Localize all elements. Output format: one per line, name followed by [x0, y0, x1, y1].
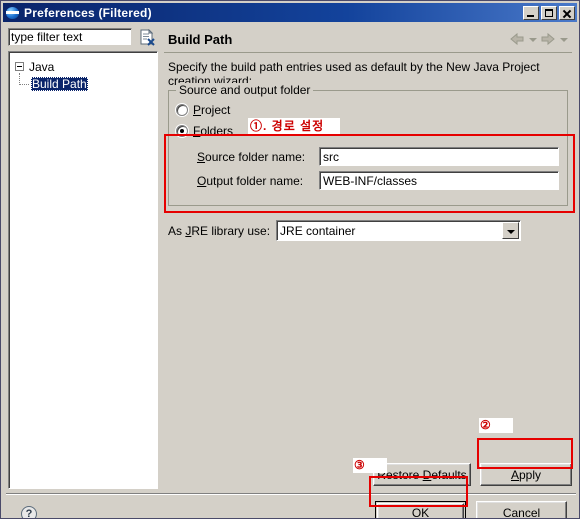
- page-header: Build Path: [164, 26, 572, 53]
- output-folder-label: Output folder name:: [197, 173, 304, 188]
- ok-label: OK: [377, 503, 464, 518]
- annotation-step1-text: ①. 경로 설정: [248, 118, 341, 134]
- jre-library-row: As JRE library use: JRE container: [168, 220, 522, 241]
- window-title: Preferences (Filtered): [24, 5, 152, 20]
- source-folder-label: Source folder name:: [197, 149, 306, 164]
- close-button[interactable]: [559, 5, 575, 20]
- restore-defaults-label: Restore Defaults: [377, 467, 467, 482]
- output-folder-row: Output folder name:: [197, 171, 559, 190]
- source-and-output-folder-group: Source and output folder Project Folders…: [168, 83, 568, 206]
- group-legend: Source and output folder: [176, 83, 314, 97]
- source-folder-row: Source folder name:: [197, 147, 559, 166]
- preferences-dialog: Preferences (Filtered) type filter text …: [0, 0, 580, 519]
- radio-folders-indicator[interactable]: [176, 125, 188, 137]
- ok-button[interactable]: OK: [375, 501, 466, 518]
- radio-project-indicator[interactable]: [176, 104, 188, 116]
- filter-row: [8, 28, 158, 50]
- clear-filter-icon[interactable]: [139, 28, 156, 46]
- help-question-icon[interactable]: ?: [21, 506, 37, 518]
- maximize-button[interactable]: [541, 5, 557, 20]
- apply-button[interactable]: Apply: [480, 463, 572, 486]
- eclipse-sphere-icon: [5, 5, 21, 21]
- preference-page: Build Path Specify the build path entrie…: [164, 26, 572, 463]
- minimize-button[interactable]: [523, 5, 539, 20]
- radio-folders-label: Folders: [193, 124, 234, 138]
- page-navigation: [509, 32, 572, 46]
- tree-item-build-path-label: Build Path: [31, 76, 88, 91]
- preferences-tree[interactable]: Java Build Path: [8, 51, 158, 489]
- tree-connector-line: [19, 73, 29, 85]
- forward-arrow-icon[interactable]: [540, 32, 556, 46]
- collapse-toggle-icon[interactable]: [15, 62, 24, 71]
- radio-project-label: Project: [193, 103, 231, 117]
- jre-library-label: As JRE library use:: [168, 223, 271, 238]
- restore-defaults-button[interactable]: Restore Defaults: [373, 463, 471, 486]
- radio-project[interactable]: Project: [176, 103, 230, 117]
- tree-item-build-path[interactable]: Build Path: [9, 73, 157, 92]
- jre-library-combo[interactable]: JRE container: [276, 220, 522, 241]
- back-arrow-icon[interactable]: [509, 32, 525, 46]
- back-menu-chevron-down-icon[interactable]: [528, 32, 537, 46]
- page-title: Build Path: [168, 31, 233, 47]
- footer-separator: [6, 493, 576, 495]
- tree-item-java-label: Java: [29, 59, 55, 74]
- apply-label: Apply: [510, 467, 542, 482]
- filter-input[interactable]: [8, 28, 132, 46]
- jre-library-value: JRE container: [280, 223, 356, 238]
- tree-item-java[interactable]: Java: [9, 58, 157, 75]
- output-folder-input[interactable]: [319, 171, 559, 190]
- dialog-body: Java Build Path Build Path: [3, 22, 577, 518]
- radio-folders[interactable]: Folders: [176, 124, 233, 138]
- source-folder-input[interactable]: [319, 147, 559, 166]
- annotation-step2-number: ②: [479, 418, 513, 433]
- annotation-step3-number: ③: [353, 458, 387, 473]
- window-controls: [523, 5, 575, 20]
- window-titlebar: Preferences (Filtered): [3, 3, 577, 22]
- cancel-button[interactable]: Cancel: [476, 501, 567, 518]
- forward-menu-chevron-down-icon[interactable]: [559, 32, 568, 46]
- jre-library-chevron-down-icon[interactable]: [502, 222, 520, 239]
